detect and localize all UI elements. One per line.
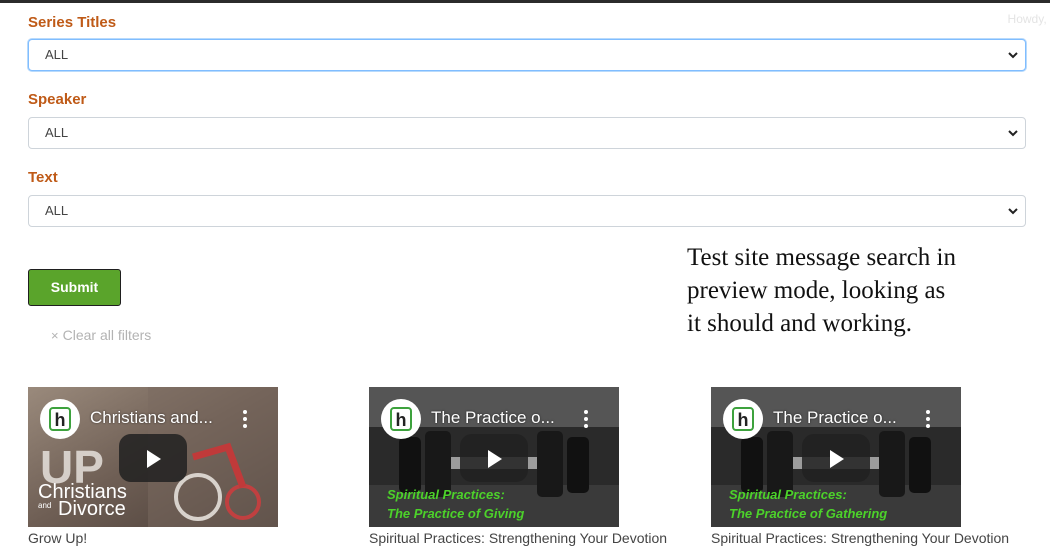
submit-button[interactable]: Submit	[28, 269, 121, 306]
chevron-down-icon	[1008, 208, 1018, 215]
h-logo-icon[interactable]: h	[723, 399, 763, 439]
top-admin-bar	[0, 0, 1050, 3]
clear-all-filters-label: Clear all filters	[62, 327, 152, 343]
close-icon: ×	[51, 328, 59, 343]
video-embed-3[interactable]: Spiritual Practices: The Practice of Gat…	[711, 387, 961, 527]
more-vertical-icon[interactable]	[242, 409, 248, 429]
art-text-line1: Spiritual Practices:	[387, 487, 505, 502]
art-text-line2: The Practice of Giving	[387, 506, 524, 521]
art-text-and: and	[38, 501, 51, 510]
chevron-down-icon	[1008, 130, 1018, 137]
speaker-select[interactable]: ALL	[28, 117, 1026, 149]
h-logo-icon[interactable]: h	[381, 399, 421, 439]
chevron-down-icon	[1008, 52, 1018, 59]
play-icon	[830, 450, 844, 468]
svg-text:h: h	[55, 410, 66, 430]
art-text-divorce: Divorce	[58, 498, 126, 520]
video-embed-2[interactable]: Spiritual Practices: The Practice of Giv…	[369, 387, 619, 527]
video-title[interactable]: The Practice o...	[431, 408, 555, 428]
series-titles-value: ALL	[45, 47, 69, 62]
svg-text:h: h	[738, 410, 749, 430]
text-label: Text	[28, 169, 58, 186]
speaker-label: Speaker	[28, 91, 87, 108]
more-vertical-icon[interactable]	[583, 409, 589, 429]
text-select[interactable]: ALL	[28, 195, 1026, 227]
svg-text:h: h	[396, 410, 407, 430]
play-button[interactable]	[119, 434, 187, 482]
art-text-line2: The Practice of Gathering	[729, 506, 887, 521]
howdy-greeting[interactable]: Howdy, J	[1008, 12, 1050, 26]
art-text-line1: Spiritual Practices:	[729, 487, 847, 502]
play-icon	[147, 450, 161, 468]
text-value: ALL	[45, 203, 69, 218]
note-line: Test site message search in	[687, 244, 956, 271]
speaker-value: ALL	[45, 125, 69, 140]
more-vertical-icon[interactable]	[925, 409, 931, 429]
series-titles-label: Series Titles	[28, 14, 117, 31]
play-button[interactable]	[460, 434, 528, 482]
series-titles-select[interactable]: ALL	[28, 39, 1026, 71]
annotation-note: Test site message search in preview mode…	[687, 241, 1027, 340]
play-icon	[488, 450, 502, 468]
note-line: preview mode, looking as	[687, 277, 946, 304]
play-button[interactable]	[802, 434, 870, 482]
clear-all-filters-link[interactable]: × Clear all filters	[51, 327, 151, 343]
video-title[interactable]: Christians and...	[90, 408, 213, 428]
h-logo-icon[interactable]: h	[40, 399, 80, 439]
video-embed-1[interactable]: UP Christians and Divorce h Christians a…	[28, 387, 278, 527]
note-line: it should and working.	[687, 310, 912, 337]
video-title[interactable]: The Practice o...	[773, 408, 897, 428]
